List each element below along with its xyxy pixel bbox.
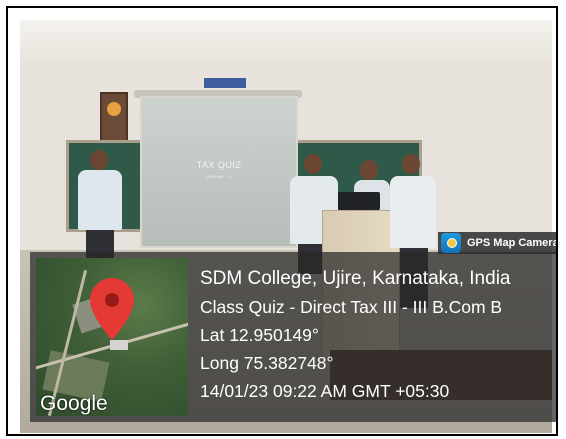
location-info: SDM College, Ujire, Karnataka, India Cla…	[200, 268, 510, 409]
map-roof	[110, 340, 128, 350]
projector-title: TAX QUIZ	[196, 160, 242, 170]
gps-map-camera-badge: GPS Map Camera	[438, 232, 558, 254]
badge-label: GPS Map Camera	[467, 237, 558, 249]
event-text: Class Quiz - Direct Tax III - III B.Com …	[200, 297, 503, 317]
projector-subtitle: ( ROUND - 1 )	[206, 174, 232, 179]
wall-notice	[204, 78, 246, 88]
google-watermark: Google	[40, 392, 108, 415]
location-text: SDM College, Ujire, Karnataka, India	[200, 268, 511, 289]
latitude-text: Lat 12.950149°	[200, 325, 319, 345]
gps-map-camera-icon	[441, 233, 461, 253]
map-thumbnail: Google	[36, 258, 188, 416]
photo-frame: TAX QUIZ ( ROUND - 1 ) Google GPS Map Ca…	[6, 6, 558, 436]
wall-portrait	[100, 92, 128, 144]
ceiling	[20, 20, 552, 60]
map-pin-icon	[90, 278, 134, 340]
longitude-text: Long 75.382748°	[200, 353, 334, 373]
laptop	[338, 192, 380, 210]
datetime-text: 14/01/23 09:22 AM GMT +05:30	[200, 381, 450, 401]
projector-screen: TAX QUIZ ( ROUND - 1 )	[140, 96, 298, 248]
